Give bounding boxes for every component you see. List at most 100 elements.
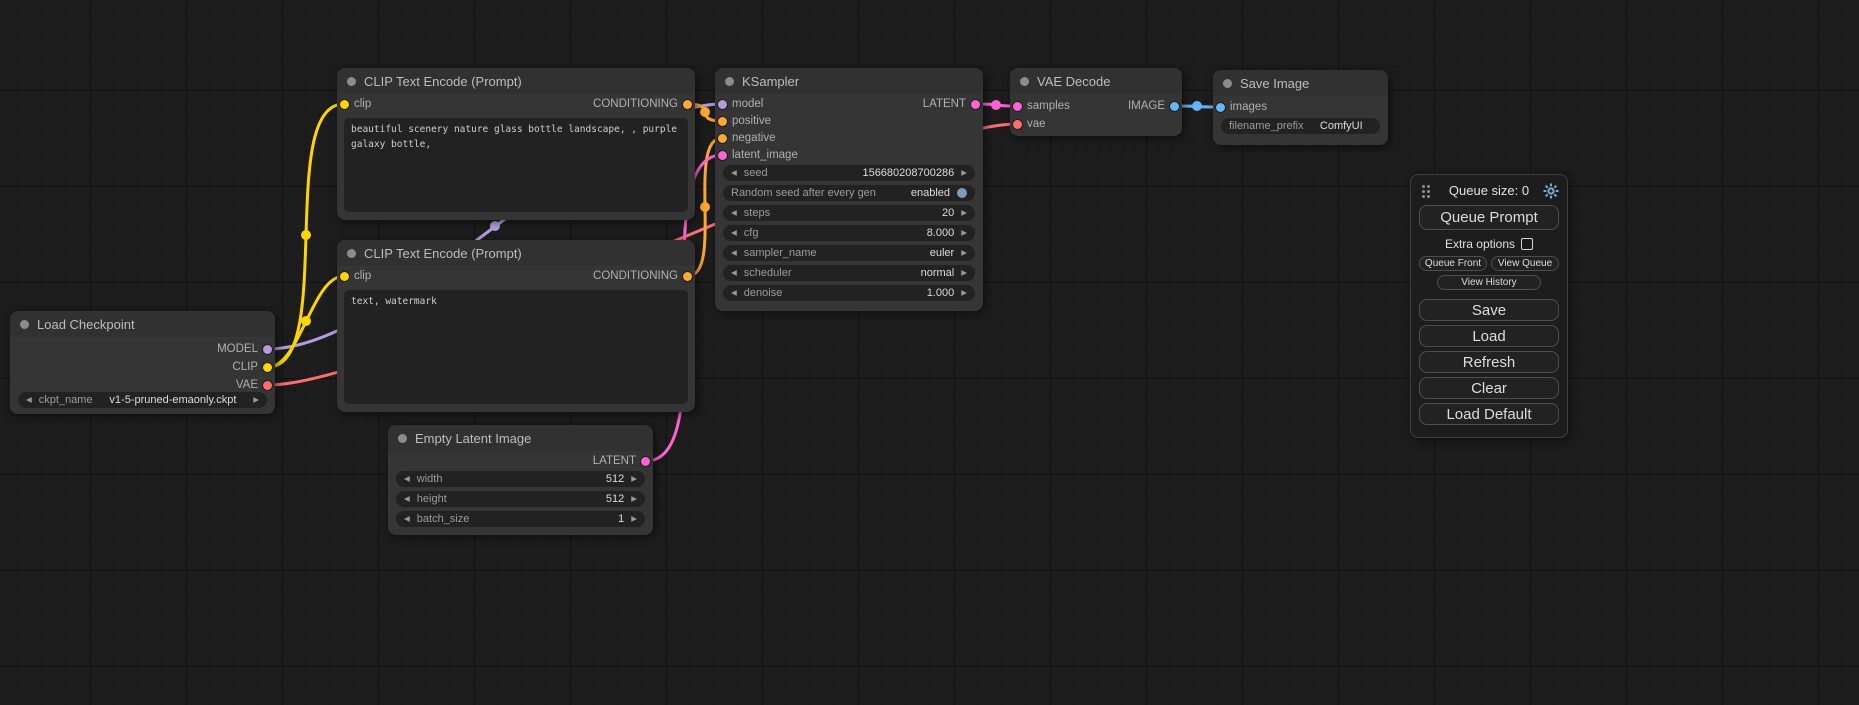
- widget-batch-size[interactable]: ◀ batch_size 1 ▶: [396, 511, 645, 527]
- widget-denoise[interactable]: ◀ denoise 1.000 ▶: [723, 285, 975, 301]
- queue-front-button[interactable]: Queue Front: [1419, 256, 1487, 271]
- vae-output-dot[interactable]: [263, 381, 272, 390]
- widget-label: steps: [744, 207, 770, 219]
- widget-height[interactable]: ◀ height 512 ▶: [396, 491, 645, 507]
- increment-arrow-icon[interactable]: ▶: [961, 165, 967, 181]
- node-load-checkpoint[interactable]: Load Checkpoint MODEL CLIP VAE ◀ ckpt_na…: [10, 311, 275, 414]
- decrement-arrow-icon[interactable]: ◀: [731, 165, 737, 181]
- decrement-arrow-icon[interactable]: ◀: [404, 511, 410, 527]
- positive-input-dot[interactable]: [718, 117, 727, 126]
- latent-output-dot[interactable]: [971, 100, 980, 109]
- increment-arrow-icon[interactable]: ▶: [961, 265, 967, 281]
- settings-gear-icon[interactable]: [1543, 183, 1559, 199]
- widget-width[interactable]: ◀ width 512 ▶: [396, 471, 645, 487]
- node-title-bar[interactable]: CLIP Text Encode (Prompt): [337, 68, 695, 94]
- decrement-arrow-icon[interactable]: ◀: [731, 265, 737, 281]
- widget-filename-prefix[interactable]: filename_prefix ComfyUI: [1221, 118, 1380, 134]
- positive-prompt-textarea[interactable]: beautiful scenery nature glass bottle la…: [344, 118, 688, 212]
- increment-arrow-icon[interactable]: ▶: [631, 471, 637, 487]
- node-ksampler[interactable]: KSampler model LATENT positive negative …: [715, 68, 983, 311]
- image-output-dot[interactable]: [1170, 102, 1179, 111]
- node-collapse-dot[interactable]: [347, 77, 356, 86]
- load-button[interactable]: Load: [1419, 325, 1559, 347]
- node-vae-decode[interactable]: VAE Decode samples IMAGE vae: [1010, 68, 1182, 136]
- node-title-bar[interactable]: CLIP Text Encode (Prompt): [337, 240, 695, 266]
- widget-value: 512: [606, 493, 624, 505]
- node-save-image[interactable]: Save Image images filename_prefix ComfyU…: [1213, 70, 1388, 145]
- conditioning-output-dot[interactable]: [683, 100, 692, 109]
- output-slot-latent[interactable]: LATENT: [388, 454, 653, 468]
- widget-scheduler[interactable]: ◀ scheduler normal ▶: [723, 265, 975, 281]
- node-title-bar[interactable]: KSampler: [715, 68, 983, 94]
- increment-arrow-icon[interactable]: ▶: [961, 225, 967, 241]
- output-slot-model[interactable]: MODEL: [10, 342, 275, 356]
- save-button[interactable]: Save: [1419, 299, 1559, 321]
- decrement-arrow-icon[interactable]: ◀: [731, 225, 737, 241]
- widget-steps[interactable]: ◀ steps 20 ▶: [723, 205, 975, 221]
- widget-ckpt-name[interactable]: ◀ ckpt_name v1-5-pruned-emaonly.ckpt ▶: [18, 392, 267, 408]
- negative-input-dot[interactable]: [718, 134, 727, 143]
- increment-arrow-icon[interactable]: ▶: [631, 511, 637, 527]
- view-history-button[interactable]: View History: [1437, 275, 1541, 290]
- widget-sampler-name[interactable]: ◀ sampler_name euler ▶: [723, 245, 975, 261]
- increment-arrow-icon[interactable]: ▶: [961, 285, 967, 301]
- node-collapse-dot[interactable]: [398, 434, 407, 443]
- increment-arrow-icon[interactable]: ▶: [961, 205, 967, 221]
- decrement-arrow-icon[interactable]: ◀: [26, 392, 32, 408]
- node-clip-text-encode-positive[interactable]: CLIP Text Encode (Prompt) clip CONDITION…: [337, 68, 695, 220]
- increment-arrow-icon[interactable]: ▶: [961, 245, 967, 261]
- input-slot-negative[interactable]: negative: [715, 131, 983, 145]
- node-title-bar[interactable]: Load Checkpoint: [10, 311, 275, 337]
- decrement-arrow-icon[interactable]: ◀: [731, 205, 737, 221]
- latent-image-input-dot[interactable]: [718, 151, 727, 160]
- input-slot-positive[interactable]: positive: [715, 114, 983, 128]
- input-slot-vae[interactable]: vae: [1010, 117, 1182, 131]
- queue-prompt-button[interactable]: Queue Prompt: [1419, 205, 1559, 230]
- conditioning-output-dot[interactable]: [683, 272, 692, 281]
- node-title-bar[interactable]: VAE Decode: [1010, 68, 1182, 94]
- model-output-dot[interactable]: [263, 345, 272, 354]
- vae-input-dot[interactable]: [1013, 120, 1022, 129]
- decrement-arrow-icon[interactable]: ◀: [731, 245, 737, 261]
- widget-random-seed[interactable]: Random seed after every gen enabled: [723, 185, 975, 201]
- increment-arrow-icon[interactable]: ▶: [253, 392, 259, 408]
- decrement-arrow-icon[interactable]: ◀: [404, 491, 410, 507]
- node-clip-text-encode-negative[interactable]: CLIP Text Encode (Prompt) clip CONDITION…: [337, 240, 695, 412]
- node-collapse-dot[interactable]: [347, 249, 356, 258]
- widget-label: seed: [744, 167, 768, 179]
- output-slot-image[interactable]: IMAGE: [1010, 99, 1182, 113]
- refresh-button[interactable]: Refresh: [1419, 351, 1559, 373]
- node-collapse-dot[interactable]: [725, 77, 734, 86]
- node-empty-latent-image[interactable]: Empty Latent Image LATENT ◀ width 512 ▶ …: [388, 425, 653, 535]
- images-input-dot[interactable]: [1216, 103, 1225, 112]
- increment-arrow-icon[interactable]: ▶: [631, 491, 637, 507]
- node-title: Save Image: [1240, 76, 1309, 91]
- widget-label: batch_size: [417, 513, 470, 525]
- decrement-arrow-icon[interactable]: ◀: [404, 471, 410, 487]
- latent-output-dot[interactable]: [641, 457, 650, 466]
- output-slot-latent[interactable]: LATENT: [715, 97, 983, 111]
- node-collapse-dot[interactable]: [20, 320, 29, 329]
- output-slot-vae[interactable]: VAE: [10, 378, 275, 392]
- seed-toggle-dot[interactable]: [957, 188, 967, 198]
- node-title-bar[interactable]: Save Image: [1213, 70, 1388, 96]
- input-slot-images[interactable]: images: [1213, 100, 1388, 114]
- decrement-arrow-icon[interactable]: ◀: [731, 285, 737, 301]
- negative-prompt-textarea[interactable]: text, watermark: [344, 290, 688, 404]
- node-collapse-dot[interactable]: [1223, 79, 1232, 88]
- widget-seed[interactable]: ◀ seed 156680208700286 ▶: [723, 165, 975, 181]
- output-slot-clip[interactable]: CLIP: [10, 360, 275, 374]
- widget-cfg[interactable]: ◀ cfg 8.000 ▶: [723, 225, 975, 241]
- view-queue-button[interactable]: View Queue: [1491, 256, 1559, 271]
- output-slot-conditioning[interactable]: CONDITIONING: [337, 269, 695, 283]
- input-slot-latent-image[interactable]: latent_image: [715, 148, 983, 162]
- load-default-button[interactable]: Load Default: [1419, 403, 1559, 425]
- extra-options-checkbox[interactable]: [1521, 238, 1533, 250]
- output-slot-conditioning[interactable]: CONDITIONING: [337, 97, 695, 111]
- clip-output-dot[interactable]: [263, 363, 272, 372]
- clear-button[interactable]: Clear: [1419, 377, 1559, 399]
- widget-value: normal: [921, 267, 955, 279]
- node-collapse-dot[interactable]: [1020, 77, 1029, 86]
- node-title-bar[interactable]: Empty Latent Image: [388, 425, 653, 451]
- drag-handle-icon[interactable]: [1422, 185, 1425, 188]
